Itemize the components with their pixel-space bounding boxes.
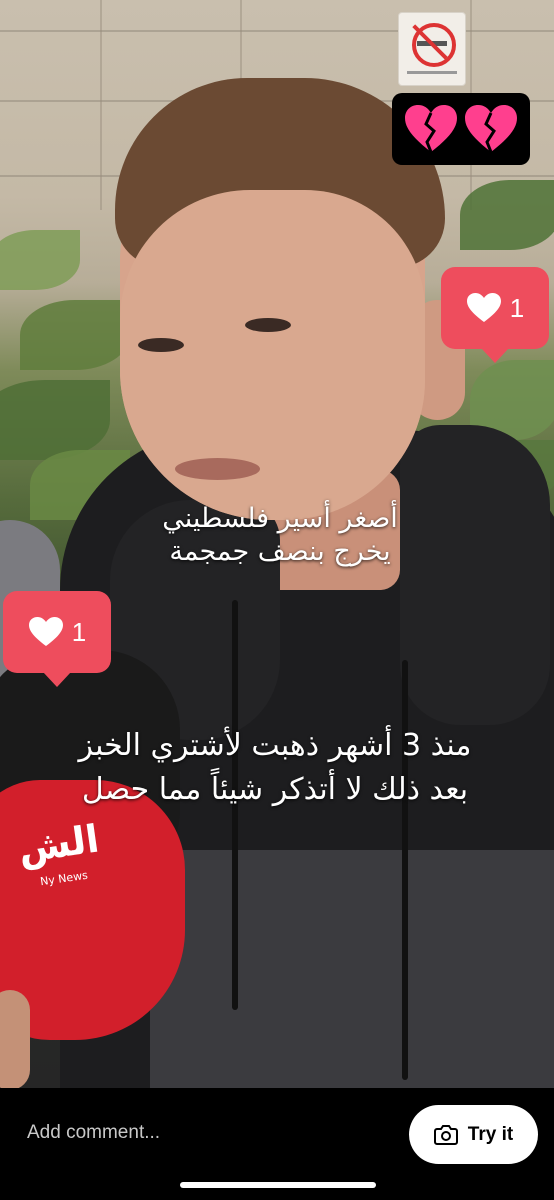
broken-heart-icon — [403, 104, 459, 154]
no-smoking-sign — [398, 12, 466, 86]
eye — [245, 318, 291, 332]
like-bubble-tail — [481, 348, 509, 363]
add-comment-input[interactable]: Add comment... — [27, 1122, 160, 1144]
hood-right — [400, 425, 550, 725]
hoodie-string — [402, 660, 408, 1080]
heart-icon — [28, 617, 63, 646]
plant-leaf — [0, 380, 110, 460]
like-bubble[interactable]: 1 — [3, 591, 111, 687]
caption-line: أصغر أسير فلسطيني — [162, 503, 398, 534]
hand — [0, 990, 30, 1088]
video-caption-title: أصغر أسير فلسطيني يخرج بنصف جمجمة — [120, 502, 440, 568]
mouth — [175, 458, 260, 480]
sign-fine-print — [407, 71, 457, 74]
caption-line: يخرج بنصف جمجمة — [169, 536, 391, 567]
try-it-button[interactable]: Try it — [409, 1105, 538, 1164]
like-count: 1 — [509, 292, 525, 323]
caption-line: منذ 3 أشهر ذهبت لأشتري الخبز — [78, 728, 472, 763]
plant-leaf — [20, 300, 130, 370]
eye — [138, 338, 184, 352]
wall-tile-line — [100, 0, 102, 210]
video-player[interactable]: الش Ny News 1 1 أصغر أسير فلسطيني يخرج ب… — [0, 0, 554, 1088]
like-bubble[interactable]: 1 — [441, 267, 549, 363]
video-caption-quote: منذ 3 أشهر ذهبت لأشتري الخبز بعد ذلك لا … — [40, 724, 510, 812]
like-bubble-tail — [43, 672, 71, 687]
like-count: 1 — [71, 616, 87, 647]
heart-icon — [466, 293, 501, 322]
plant-leaf — [460, 180, 554, 250]
caption-line: بعد ذلك لا أتذكر شيئاً مما حصل — [81, 772, 469, 807]
face-lower — [120, 190, 425, 520]
broken-hearts-sticker — [392, 93, 530, 165]
home-indicator[interactable] — [180, 1182, 376, 1188]
try-it-label: Try it — [467, 1123, 514, 1145]
broken-heart-icon — [463, 104, 519, 154]
camera-icon — [433, 1124, 458, 1145]
hoodie-lower-band — [150, 850, 554, 1088]
plant-leaf — [0, 230, 80, 290]
